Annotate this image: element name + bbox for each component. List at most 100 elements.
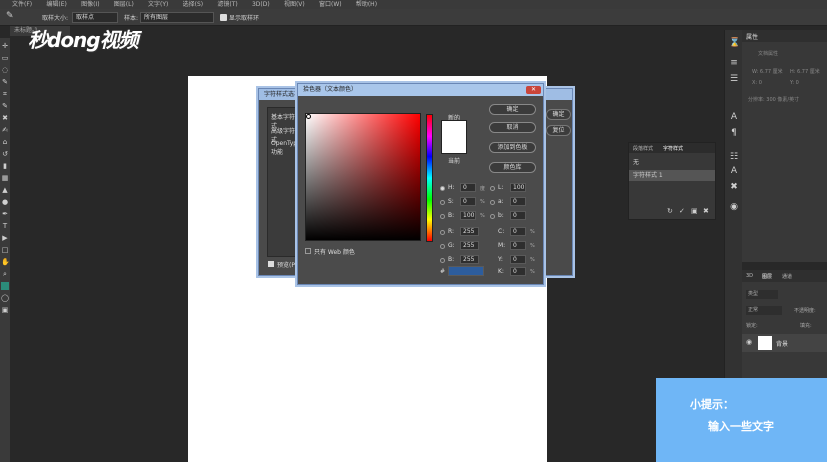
eyedropper-icon[interactable]: ✎: [6, 11, 14, 21]
brush-tool-icon[interactable]: ✍: [1, 126, 9, 134]
foreground-color-icon[interactable]: [1, 282, 9, 290]
eye-icon[interactable]: ◉: [746, 338, 752, 346]
menu-file[interactable]: 文件(F): [12, 0, 32, 9]
lasso-tool-icon[interactable]: ◌: [1, 66, 9, 74]
eyedropper-tool-icon[interactable]: ✎: [1, 102, 9, 110]
menu-3d[interactable]: 3D(D): [252, 0, 270, 9]
field-g[interactable]: 255: [460, 241, 479, 250]
history-brush-icon[interactable]: ↺: [1, 150, 9, 158]
gradient-tool-icon[interactable]: ▦: [1, 174, 9, 182]
menu-edit[interactable]: 编辑(E): [46, 0, 66, 9]
radio-s[interactable]: [440, 200, 445, 205]
show-ring-checkbox[interactable]: [220, 14, 227, 21]
menu-filter[interactable]: 滤镜(T): [217, 0, 237, 9]
close-icon[interactable]: ✕: [526, 86, 541, 94]
field-h[interactable]: 0: [460, 183, 476, 192]
field-s[interactable]: 0: [460, 197, 476, 206]
zoom-tool-icon[interactable]: ⌕: [1, 270, 9, 278]
crop-tool-icon[interactable]: ⌗: [1, 90, 9, 98]
radio-b[interactable]: [440, 214, 445, 219]
adjust-icon[interactable]: ≡: [729, 58, 739, 68]
menu-select[interactable]: 选择(S): [183, 0, 204, 9]
paragraph-icon[interactable]: ¶: [729, 128, 739, 138]
color-library-button[interactable]: 颜色库: [489, 162, 536, 173]
add-swatch-button[interactable]: 添加到色板: [489, 142, 536, 153]
character-icon[interactable]: A: [729, 112, 739, 122]
tab-character-styles[interactable]: 字符样式: [663, 145, 683, 152]
field-bb[interactable]: 255: [460, 255, 479, 264]
tab-layers[interactable]: 图层: [762, 273, 772, 280]
watermark-logo: 秒dong视频: [28, 28, 139, 52]
stamp-tool-icon[interactable]: ⌂: [1, 138, 9, 146]
menu-help[interactable]: 帮助(H): [356, 0, 377, 9]
check-icon[interactable]: ✓: [679, 207, 685, 215]
preview-checkbox[interactable]: [268, 261, 274, 267]
radio-lab-b[interactable]: [490, 214, 495, 219]
field-l[interactable]: 100: [510, 183, 526, 192]
sample-select[interactable]: 所有图层: [140, 12, 214, 23]
blend-mode-select[interactable]: 正常: [746, 306, 782, 315]
hue-slider[interactable]: [426, 114, 433, 242]
path-select-icon[interactable]: ▶: [1, 234, 9, 242]
eraser-tool-icon[interactable]: ▮: [1, 162, 9, 170]
shape-tool-icon[interactable]: □: [1, 246, 9, 254]
tab-properties[interactable]: 属性: [746, 32, 758, 41]
field-lab-b[interactable]: 0: [510, 211, 526, 220]
dodge-tool-icon[interactable]: ●: [1, 198, 9, 206]
screen-mode-icon[interactable]: ▣: [1, 306, 9, 314]
field-y[interactable]: 0: [510, 255, 526, 264]
radio-g[interactable]: [440, 244, 445, 249]
layer-filter-select[interactable]: 类型: [746, 290, 778, 299]
style-item-1[interactable]: 字符样式 1: [629, 170, 715, 181]
type-tool-icon[interactable]: T: [1, 222, 9, 230]
menu-view[interactable]: 视图(V): [284, 0, 305, 9]
tab-paragraph-styles[interactable]: 段落样式: [633, 145, 653, 152]
ok-button[interactable]: 确定: [489, 104, 536, 115]
hex-input[interactable]: [448, 266, 484, 276]
quick-mask-icon[interactable]: ◯: [1, 294, 9, 302]
radio-a[interactable]: [490, 200, 495, 205]
styles-icon[interactable]: ☷: [729, 152, 739, 162]
redefine-icon[interactable]: ↻: [667, 207, 673, 215]
style-ok-button[interactable]: 确定: [546, 109, 571, 120]
doc-properties-label: 文档属性: [758, 51, 779, 57]
field-c[interactable]: 0: [510, 227, 526, 236]
marquee-tool-icon[interactable]: ▭: [1, 54, 9, 62]
field-r[interactable]: 255: [460, 227, 479, 236]
history-icon[interactable]: ⌛: [729, 38, 740, 48]
field-m[interactable]: 0: [510, 241, 526, 250]
info-icon[interactable]: ◉: [729, 202, 739, 212]
tools-icon[interactable]: ✖: [729, 182, 739, 192]
color-field-cursor[interactable]: [306, 114, 311, 119]
field-a[interactable]: 0: [510, 197, 526, 206]
tab-3d[interactable]: 3D: [746, 273, 753, 279]
menu-window[interactable]: 窗口(W): [319, 0, 342, 9]
menu-type[interactable]: 文字(Y): [148, 0, 168, 9]
only-web-checkbox[interactable]: [305, 248, 311, 254]
sliders-icon[interactable]: ☰: [729, 74, 739, 84]
cancel-button[interactable]: 取消: [489, 122, 536, 133]
field-b[interactable]: 100: [460, 211, 476, 220]
radio-r[interactable]: [440, 230, 445, 235]
radio-bb[interactable]: [440, 258, 445, 263]
layer-row-background[interactable]: ◉ 背景: [742, 334, 827, 352]
style-none[interactable]: 无: [629, 157, 715, 168]
hand-tool-icon[interactable]: ✋: [1, 258, 10, 266]
pen-tool-icon[interactable]: ✒: [1, 210, 9, 218]
menu-image[interactable]: 图像(I): [81, 0, 99, 9]
menu-layer[interactable]: 图层(L): [114, 0, 134, 9]
color-field[interactable]: [305, 113, 421, 241]
sample-size-select[interactable]: 取样点: [72, 12, 118, 23]
char-style-icon[interactable]: A: [729, 166, 739, 176]
blur-tool-icon[interactable]: ▲: [1, 186, 9, 194]
field-k[interactable]: 0: [510, 267, 526, 276]
move-tool-icon[interactable]: ✛: [1, 42, 9, 50]
tab-channels[interactable]: 通道: [782, 273, 792, 280]
healing-tool-icon[interactable]: ✖: [1, 114, 9, 122]
trash-icon[interactable]: ✖: [703, 207, 709, 215]
radio-l[interactable]: [490, 186, 495, 191]
new-style-icon[interactable]: ▣: [691, 207, 698, 215]
quick-select-tool-icon[interactable]: ✎: [1, 78, 9, 86]
style-reset-button[interactable]: 复位: [546, 125, 571, 136]
radio-h[interactable]: [440, 186, 445, 191]
